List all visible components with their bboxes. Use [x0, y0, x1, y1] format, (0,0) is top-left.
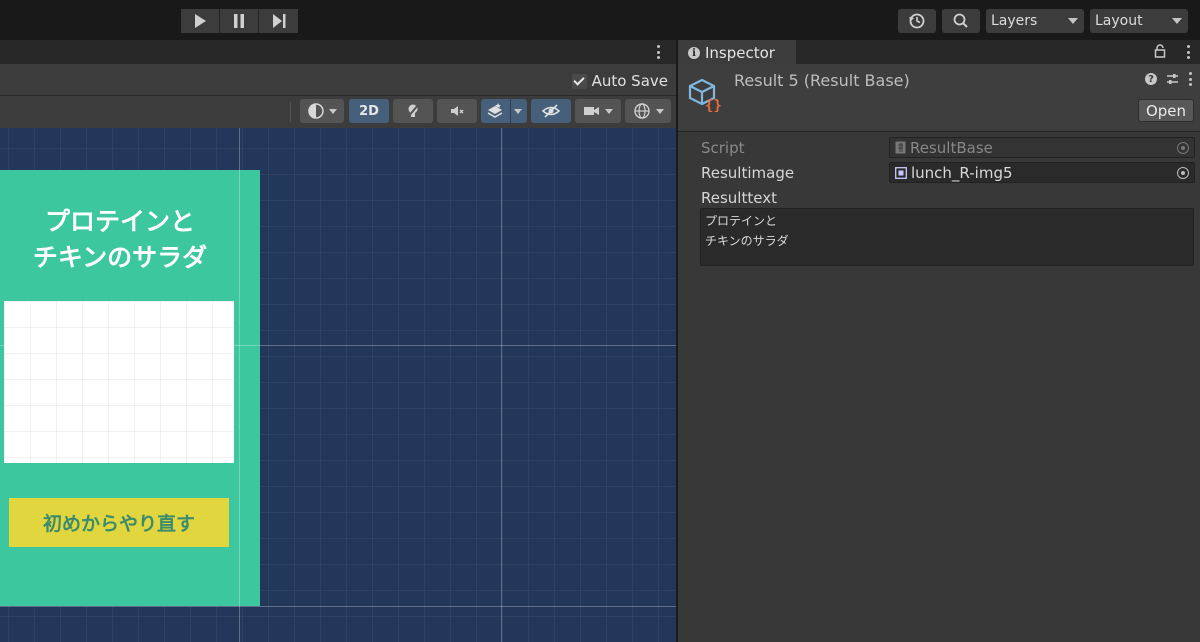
result-title-line2: チキンのサラダ — [32, 243, 208, 272]
restart-button[interactable]: 初めからやり直す — [9, 498, 229, 547]
scene-view-toolbar: 2D — [0, 96, 676, 128]
resultimage-field[interactable]: lunch_R-img5 — [889, 162, 1195, 183]
2d-mode-label: 2D — [359, 103, 379, 119]
pause-icon — [234, 14, 244, 28]
toolbar-divider — [290, 102, 291, 122]
lightbulb-off-icon — [407, 104, 419, 118]
more-options-icon[interactable] — [1188, 72, 1192, 86]
preset-sliders-icon[interactable] — [1166, 73, 1179, 86]
scene-view-viewport[interactable]: プロテインと チキンのサラダ 初めからやり直す — [0, 128, 676, 642]
scene-panel-header — [0, 40, 676, 64]
camera-settings-dropdown[interactable] — [575, 99, 621, 123]
object-picker-icon — [1177, 142, 1189, 154]
help-icon[interactable]: ? — [1145, 73, 1157, 85]
history-icon — [909, 13, 925, 29]
info-icon: i — [688, 47, 700, 59]
more-options-icon[interactable] — [656, 45, 660, 59]
step-button[interactable] — [259, 9, 298, 33]
play-button[interactable] — [181, 9, 220, 33]
eye-slash-icon — [542, 104, 560, 118]
object-picker-icon[interactable] — [1177, 167, 1189, 179]
layers-label: Layers — [991, 13, 1038, 29]
auto-save-label: Auto Save — [591, 72, 668, 90]
sprite-icon — [895, 166, 907, 179]
auto-save-checkbox[interactable] — [571, 73, 587, 89]
audio-toggle-button[interactable] — [437, 99, 477, 123]
2d-mode-button[interactable]: 2D — [349, 99, 389, 123]
split-divider — [510, 99, 511, 123]
object-header-actions: ? — [1145, 72, 1192, 86]
play-icon — [195, 14, 206, 28]
grid-axis-vertical — [501, 128, 502, 642]
script-file-icon — [895, 141, 906, 154]
script-label: Script — [701, 139, 745, 157]
game-canvas: プロテインと チキンのサラダ 初めからやり直す — [0, 170, 260, 606]
resulttext-label: Resulttext — [701, 189, 777, 207]
script-value: ResultBase — [910, 138, 993, 157]
search-button[interactable] — [942, 9, 980, 33]
result-image — [4, 301, 234, 463]
shading-mode-dropdown[interactable] — [300, 99, 344, 123]
effects-dropdown[interactable] — [481, 99, 527, 123]
globe-icon — [633, 103, 650, 119]
layout-dropdown[interactable]: Layout — [1090, 9, 1188, 33]
lighting-toggle-button[interactable] — [393, 99, 433, 123]
layers-stack-icon — [487, 103, 503, 118]
grid-axis-horizontal — [0, 345, 676, 346]
search-icon — [953, 13, 968, 28]
chevron-down-icon — [1172, 18, 1182, 24]
chevron-down-icon — [655, 108, 664, 114]
object-title: Result 5 (Result Base) — [734, 71, 910, 90]
camera-icon — [583, 107, 599, 115]
gizmos-dropdown[interactable] — [625, 99, 671, 123]
scene-auto-save-bar: Auto Save — [0, 64, 676, 96]
open-button[interactable]: Open — [1138, 99, 1194, 122]
scene-visibility-button[interactable] — [531, 99, 571, 123]
main-toolbar: Layers Layout — [0, 0, 1200, 40]
grid-axis-horizontal — [0, 606, 676, 607]
chevron-down-icon — [1068, 18, 1078, 24]
chevron-down-icon — [514, 109, 522, 114]
step-icon — [272, 14, 285, 28]
layout-label: Layout — [1095, 13, 1143, 29]
tab-inspector[interactable]: i Inspector — [678, 40, 796, 64]
shading-sphere-icon — [307, 103, 324, 119]
svg-text:{}: {} — [705, 98, 722, 112]
result-title-line1: プロテインと — [44, 207, 195, 236]
inspector-body: {} Result 5 (Result Base) ? Open Script … — [678, 64, 1200, 642]
scriptable-object-icon: {} — [688, 78, 722, 112]
lock-icon[interactable] — [1154, 44, 1166, 58]
speaker-mute-icon — [451, 106, 464, 116]
resultimage-value: lunch_R-img5 — [911, 163, 1013, 182]
result-title: プロテインと チキンのサラダ — [0, 204, 240, 276]
more-options-icon[interactable] — [1186, 45, 1190, 59]
inspector-tab-label: Inspector — [705, 44, 775, 62]
chevron-down-icon — [604, 108, 613, 114]
inspector-object-header: {} Result 5 (Result Base) ? Open — [678, 64, 1200, 132]
script-field: ResultBase — [889, 137, 1195, 158]
resultimage-label: Resultimage — [701, 164, 795, 182]
grid-axis-vertical — [239, 128, 240, 642]
chevron-down-icon — [328, 108, 337, 114]
resulttext-textarea[interactable]: プロテインと チキンのサラダ — [700, 208, 1194, 266]
playback-controls — [181, 9, 298, 33]
layers-dropdown[interactable]: Layers — [986, 9, 1084, 33]
auto-save-toggle[interactable]: Auto Save — [571, 72, 668, 90]
history-button[interactable] — [898, 9, 936, 33]
pause-button[interactable] — [220, 9, 259, 33]
inspector-panel-header: i Inspector — [678, 40, 1200, 64]
